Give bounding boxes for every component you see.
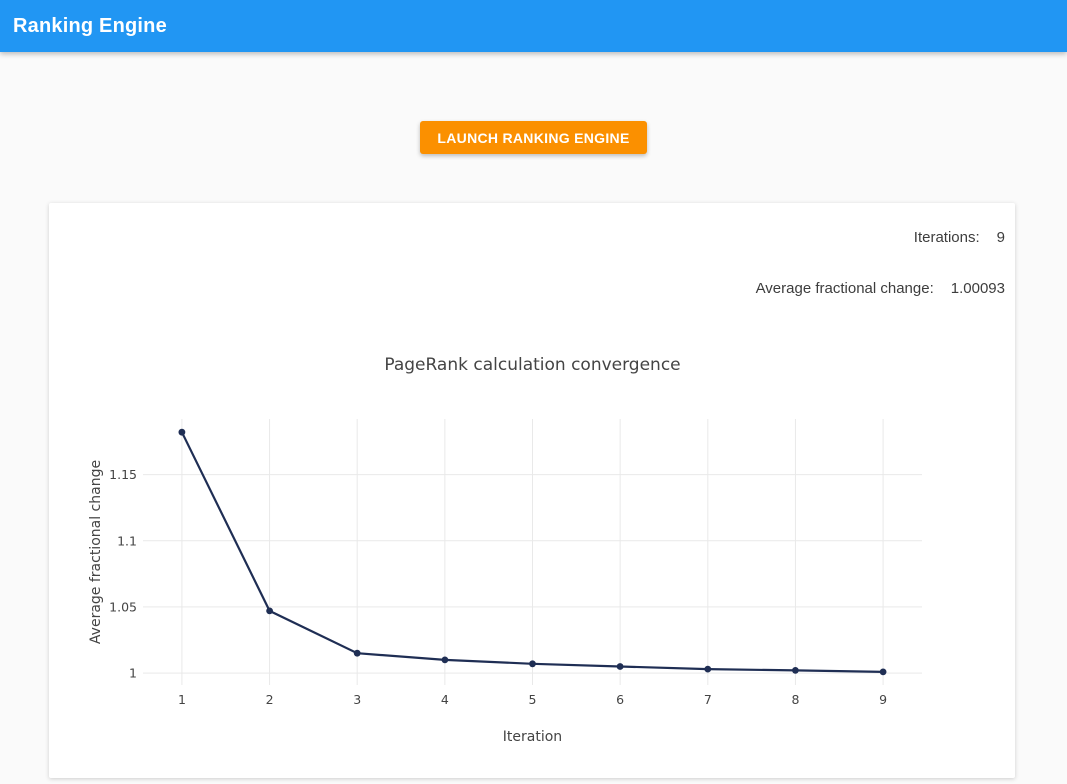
x-tick-label: 6 xyxy=(616,692,624,707)
x-tick-label: 8 xyxy=(791,692,799,707)
results-card: Iterations: 9 Average fractional change:… xyxy=(49,203,1015,778)
app-title: Ranking Engine xyxy=(0,15,167,38)
y-tick-label: 1.1 xyxy=(117,533,137,548)
data-point xyxy=(792,667,799,674)
x-tick-label: 4 xyxy=(441,692,449,707)
x-tick-label: 5 xyxy=(529,692,537,707)
x-axis-title: Iteration xyxy=(503,729,562,745)
x-tick-label: 9 xyxy=(879,692,887,707)
iterations-value: 9 xyxy=(997,229,1005,246)
data-point xyxy=(880,669,887,676)
data-point xyxy=(529,660,536,667)
avg-change-value: 1.00093 xyxy=(951,280,1005,297)
iterations-stat: Iterations: 9 xyxy=(914,229,1005,246)
convergence-chart-svg: 1 1.05 1.1 1.15 1 2 3 4 5 6 7 8 9 PageRank calculatio… xyxy=(49,333,1015,765)
convergence-chart: 1 1.05 1.1 1.15 1 2 3 4 5 6 7 8 9 PageRank calculatio… xyxy=(49,333,1015,765)
x-tick-label: 7 xyxy=(704,692,712,707)
y-tick-label: 1.05 xyxy=(109,599,137,614)
data-point xyxy=(617,663,624,670)
launch-button-row: LAUNCH RANKING ENGINE xyxy=(0,121,1067,154)
x-tick-label: 1 xyxy=(178,692,186,707)
avg-fractional-change-stat: Average fractional change: 1.00093 xyxy=(756,280,1005,297)
data-point xyxy=(704,666,711,673)
data-point xyxy=(266,608,273,615)
x-tick-label: 2 xyxy=(266,692,274,707)
app-header: Ranking Engine xyxy=(0,0,1067,52)
data-point xyxy=(442,657,449,664)
avg-change-label: Average fractional change: xyxy=(756,280,934,297)
y-axis-title: Average fractional change xyxy=(88,460,104,644)
launch-ranking-engine-button[interactable]: LAUNCH RANKING ENGINE xyxy=(420,121,646,154)
x-tick-label: 3 xyxy=(353,692,361,707)
y-tick-label: 1.15 xyxy=(109,467,137,482)
data-point xyxy=(354,650,361,657)
chart-title: PageRank calculation convergence xyxy=(384,355,680,375)
y-tick-label: 1 xyxy=(129,666,137,681)
data-point xyxy=(179,429,186,436)
iterations-label: Iterations: xyxy=(914,229,980,246)
